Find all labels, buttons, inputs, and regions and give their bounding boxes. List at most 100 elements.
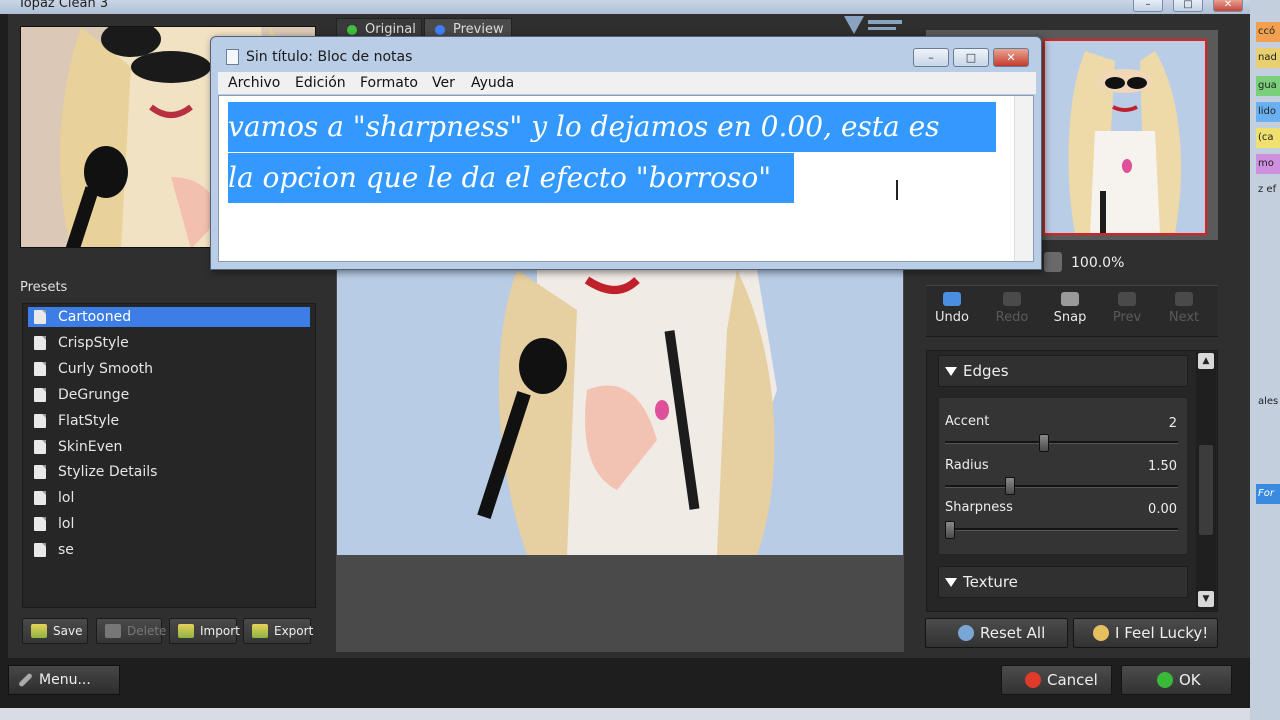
- background-label: For: [1256, 484, 1280, 504]
- collapse-triangle-icon: [945, 578, 957, 587]
- document-icon: [34, 439, 46, 454]
- export-preset-button[interactable]: Export: [243, 618, 313, 644]
- document-icon: [34, 491, 46, 506]
- preview-photo: [337, 270, 903, 555]
- presets-title: Presets: [20, 280, 68, 295]
- topaz-logo-mark: [844, 16, 902, 34]
- document-icon: [34, 310, 46, 324]
- topaz-title-bar: [0, 0, 1280, 14]
- navigator-viewport[interactable]: [1043, 39, 1207, 235]
- next-button[interactable]: Next: [1158, 292, 1210, 325]
- document-icon: [34, 543, 46, 558]
- document-icon: [34, 517, 46, 532]
- zoom-icon[interactable]: [1044, 252, 1062, 272]
- notepad-close-button[interactable]: ✕: [993, 48, 1029, 67]
- import-icon: [178, 624, 194, 638]
- menu-ayuda[interactable]: Ayuda: [471, 75, 514, 91]
- dice-icon: [1093, 625, 1109, 641]
- edges-section-header[interactable]: Edges: [938, 355, 1188, 387]
- preset-item[interactable]: Stylize Details: [28, 462, 310, 482]
- maximize-button[interactable]: □: [1173, 0, 1203, 12]
- background-label: z ef: [1256, 180, 1280, 200]
- menu-edicion[interactable]: Edición: [295, 75, 346, 91]
- radius-value[interactable]: 1.50: [1120, 459, 1177, 474]
- notepad-scrollbar[interactable]: [1014, 96, 1033, 261]
- undo-icon: [943, 292, 961, 306]
- checkmark-icon: [1157, 672, 1173, 688]
- ok-button[interactable]: OK: [1121, 665, 1232, 695]
- reset-all-button[interactable]: Reset All: [925, 618, 1068, 648]
- close-button[interactable]: ✕: [1213, 0, 1243, 12]
- document-icon: [34, 413, 46, 428]
- menu-ver[interactable]: Ver: [432, 75, 455, 91]
- menu-button[interactable]: Menu...: [8, 665, 120, 695]
- document-icon: [34, 361, 46, 376]
- sharpness-value[interactable]: 0.00: [1120, 502, 1177, 517]
- radius-slider-track[interactable]: [945, 485, 1178, 488]
- preset-item[interactable]: DeGrunge: [28, 385, 310, 405]
- redo-button[interactable]: Redo: [986, 292, 1038, 325]
- texture-section-header[interactable]: Texture: [938, 566, 1188, 598]
- accent-slider-track[interactable]: [945, 441, 1178, 444]
- minimize-button[interactable]: –: [1133, 0, 1163, 12]
- accent-label: Accent: [945, 414, 990, 429]
- accent-value[interactable]: 2: [1120, 416, 1177, 431]
- preset-item[interactable]: FlatStyle: [28, 411, 310, 431]
- topaz-title: Topaz Clean 3: [18, 0, 109, 11]
- save-preset-button[interactable]: Save: [22, 618, 88, 644]
- navigator-image: [1045, 41, 1205, 233]
- taskbar-strip: [0, 708, 1250, 720]
- radius-slider-thumb[interactable]: [1005, 477, 1016, 495]
- scroll-thumb[interactable]: [1199, 445, 1213, 535]
- preset-item[interactable]: Curly Smooth: [28, 359, 310, 379]
- scroll-up-button[interactable]: ▲: [1198, 353, 1214, 369]
- preset-item[interactable]: lol: [28, 488, 310, 508]
- snap-button[interactable]: Snap: [1044, 292, 1096, 325]
- scroll-down-button[interactable]: ▼: [1198, 591, 1214, 607]
- document-icon: [34, 465, 46, 480]
- preset-item[interactable]: CrispStyle: [28, 333, 310, 353]
- notepad-icon: [226, 49, 239, 65]
- notepad-minimize-button[interactable]: –: [913, 48, 949, 67]
- preview-image: [337, 270, 903, 555]
- preset-item[interactable]: se: [28, 540, 310, 560]
- background-label: (ca: [1256, 128, 1280, 148]
- menu-archivo[interactable]: Archivo: [228, 75, 280, 91]
- sharpness-slider-track[interactable]: [945, 528, 1178, 531]
- camera-icon: [1061, 292, 1079, 306]
- topaz-logo: [840, 14, 906, 36]
- preset-item[interactable]: lol: [28, 514, 310, 534]
- document-icon: [34, 335, 46, 350]
- accent-slider-thumb[interactable]: [1038, 434, 1049, 452]
- import-preset-button[interactable]: Import: [169, 618, 240, 644]
- background-label: ales: [1256, 392, 1280, 412]
- redo-icon: [1003, 292, 1021, 306]
- background-label: gua: [1256, 76, 1280, 96]
- cancel-button[interactable]: Cancel: [1001, 665, 1112, 695]
- prev-button[interactable]: Prev: [1101, 292, 1153, 325]
- i-feel-lucky-button[interactable]: I Feel Lucky!: [1073, 618, 1218, 648]
- save-icon: [31, 624, 47, 638]
- collapse-triangle-icon: [945, 367, 957, 376]
- next-icon: [1175, 292, 1193, 306]
- cancel-icon: [1025, 672, 1041, 688]
- delete-preset-button[interactable]: Delete: [96, 618, 166, 644]
- radius-label: Radius: [945, 458, 989, 473]
- preset-item[interactable]: Cartooned: [28, 307, 310, 327]
- document-icon: [34, 387, 46, 402]
- background-label: ccó: [1256, 22, 1280, 42]
- wrench-icon: [18, 672, 33, 688]
- notepad-title: Sin título: Bloc de notas: [246, 49, 413, 65]
- notepad-text-line-2[interactable]: la opcion que le da el efecto "borroso": [228, 153, 794, 203]
- sharpness-slider-thumb[interactable]: [945, 521, 955, 539]
- sharpness-label: Sharpness: [945, 500, 1013, 515]
- undo-button[interactable]: Undo: [926, 292, 978, 325]
- notepad-maximize-button[interactable]: □: [953, 48, 989, 67]
- text-cursor-icon: [896, 180, 898, 200]
- background-label: mo: [1256, 154, 1280, 174]
- notepad-text-line-1[interactable]: vamos a "sharpness" y lo dejamos en 0.00…: [228, 102, 996, 152]
- preview-dot-icon: [435, 25, 445, 35]
- export-icon: [252, 624, 268, 638]
- preset-item[interactable]: SkinEven: [28, 437, 310, 457]
- menu-formato[interactable]: Formato: [360, 75, 418, 91]
